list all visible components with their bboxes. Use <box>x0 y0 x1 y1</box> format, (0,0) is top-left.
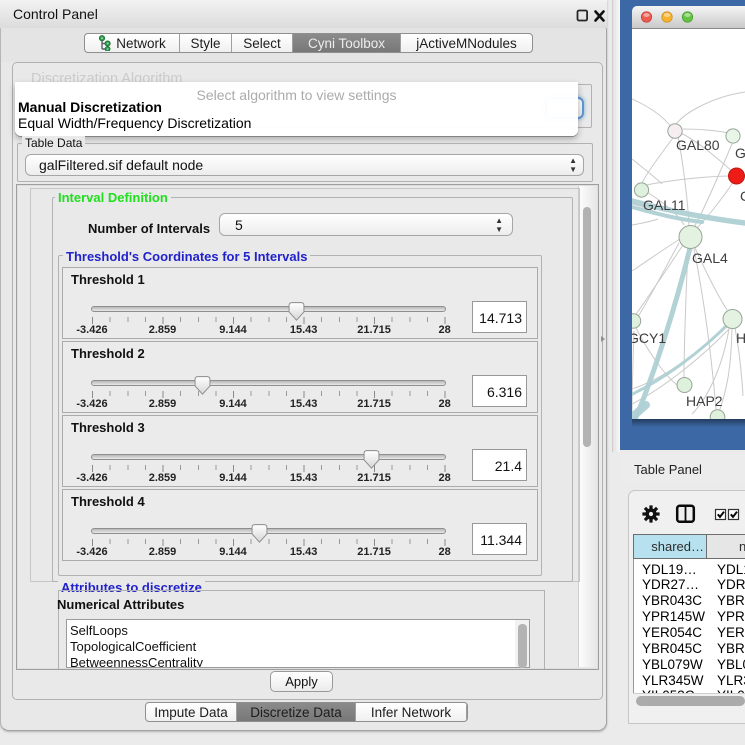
svg-text:GCY1: GCY1 <box>632 330 666 346</box>
svg-text:GAL80: GAL80 <box>676 137 720 153</box>
svg-text:HAP2: HAP2 <box>686 393 723 409</box>
svg-text:H: H <box>736 330 745 346</box>
svg-text:GAL11: GAL11 <box>643 197 686 213</box>
svg-text:C: C <box>740 188 745 204</box>
svg-text:G.: G. <box>735 145 745 161</box>
svg-text:GAL4: GAL4 <box>692 250 728 266</box>
